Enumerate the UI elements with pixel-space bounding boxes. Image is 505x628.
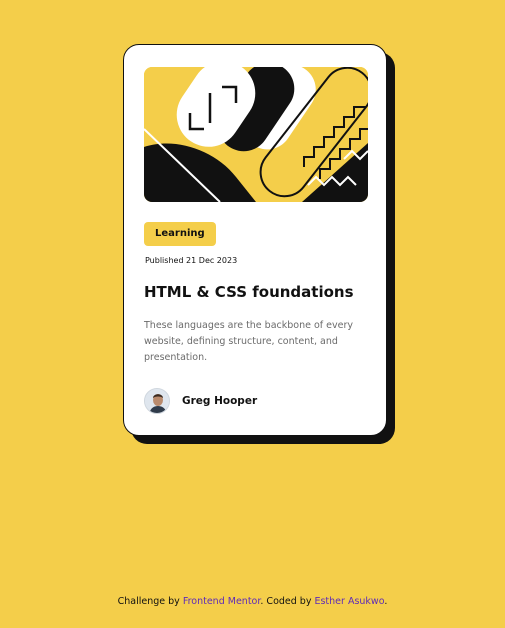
- author-info: Greg Hooper: [144, 387, 257, 415]
- article-description: These languages are the backbone of ever…: [144, 320, 353, 363]
- article-title[interactable]: HTML & CSS foundations: [144, 283, 354, 301]
- blog-preview-card: Learning Published 21 Dec 2023 HTML & CS…: [123, 44, 387, 436]
- attribution-footer: Challenge by Frontend Mentor. Coded by E…: [0, 596, 505, 607]
- category-tag: Learning: [144, 222, 216, 246]
- author-name: Greg Hooper: [182, 395, 258, 407]
- coder-link[interactable]: Esther Asukwo: [314, 596, 384, 607]
- frontend-mentor-link[interactable]: Frontend Mentor: [183, 596, 261, 607]
- attribution-prefix: Challenge by: [117, 596, 183, 607]
- published-date: Published 21 Dec 2023: [145, 256, 238, 265]
- article-illustration-image: [144, 67, 368, 202]
- attribution-middle: . Coded by: [260, 596, 315, 607]
- attribution-suffix: .: [384, 596, 388, 607]
- author-avatar: [144, 388, 170, 414]
